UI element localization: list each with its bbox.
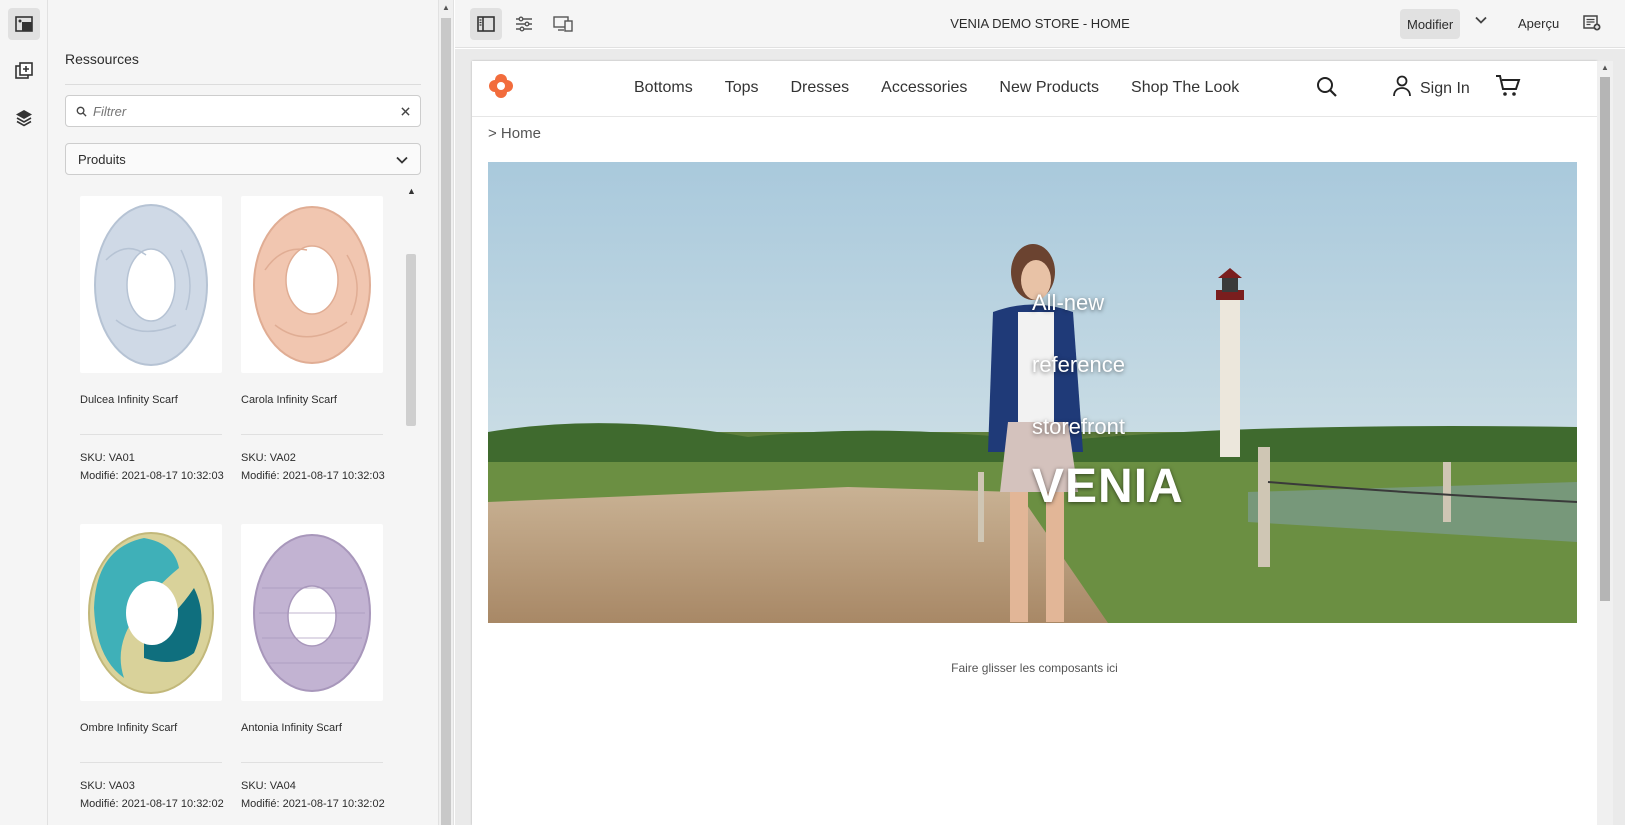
clear-icon[interactable] [401, 106, 410, 116]
panel-divider [65, 84, 421, 85]
product-sku: SKU: VA03 [80, 780, 135, 792]
product-modified: Modifié: 2021-08-17 10:32:02 [241, 798, 385, 810]
chevron-down-icon[interactable] [1475, 16, 1487, 24]
product-name: Antonia Infinity Scarf [241, 722, 342, 734]
splitter-handle[interactable] [441, 18, 451, 825]
product-modified: Modifié: 2021-08-17 10:32:02 [80, 798, 224, 810]
hero-line: storefront [1032, 414, 1125, 439]
edit-mode-button[interactable]: Modifier [1400, 9, 1461, 39]
canvas-scroll-thumb[interactable] [1600, 77, 1610, 601]
search-icon [76, 106, 87, 117]
breadcrumb[interactable]: > Home [488, 125, 541, 142]
assets-panel: Ressources Produits [48, 0, 438, 825]
filter-field[interactable] [65, 95, 421, 127]
nav-item-shop-the-look[interactable]: Shop The Look [1131, 79, 1239, 97]
product-thumbnail[interactable] [241, 524, 383, 701]
user-icon [1392, 75, 1412, 102]
panel-title: Ressources [65, 51, 139, 67]
divider [80, 762, 222, 763]
components-panel-icon[interactable] [8, 55, 40, 87]
divider [241, 434, 383, 435]
nav-item-accessories[interactable]: Accessories [881, 79, 967, 97]
product-thumbnail[interactable] [80, 196, 222, 373]
left-rail [0, 0, 48, 825]
chevron-down-icon [396, 152, 408, 167]
asset-type-value: Produits [78, 151, 126, 167]
preview-button[interactable]: Aperçu [1518, 16, 1559, 31]
product-name: Carola Infinity Scarf [241, 394, 337, 406]
product-card[interactable]: Ombre Infinity Scarf SKU: VA03 Modifié: … [80, 524, 224, 810]
hero-line: reference [1032, 352, 1125, 377]
divider [80, 434, 222, 435]
product-thumbnail[interactable] [80, 524, 222, 701]
scarf-image [253, 533, 371, 692]
editor-toolbar: VENIA DEMO STORE - HOME Modifier Aperçu [455, 0, 1625, 48]
nav-item-new-products[interactable]: New Products [999, 79, 1099, 97]
hero-line: All-new [1032, 290, 1105, 315]
venia-logo-icon[interactable] [488, 73, 514, 99]
main-nav: Bottoms Tops Dresses Accessories New Pro… [634, 79, 1271, 97]
product-name: Ombre Infinity Scarf [80, 722, 178, 734]
page-frame: Bottoms Tops Dresses Accessories New Pro… [472, 61, 1597, 825]
page-info-icon[interactable] [1583, 14, 1601, 32]
assets-panel-icon[interactable] [8, 8, 40, 40]
nav-item-dresses[interactable]: Dresses [790, 79, 849, 97]
scroll-up-icon[interactable]: ▲ [442, 3, 450, 12]
asset-type-select[interactable]: Produits [65, 143, 421, 175]
divider [241, 762, 383, 763]
scarf-image [253, 205, 371, 364]
hero-brand: VENIA [1032, 460, 1184, 513]
panel-scrollbar[interactable]: ▲ [404, 186, 416, 825]
page-canvas: Bottoms Tops Dresses Accessories New Pro… [455, 49, 1625, 825]
cart-icon[interactable] [1495, 74, 1521, 98]
search-icon[interactable] [1315, 75, 1339, 99]
scroll-up-icon[interactable]: ▲ [407, 186, 416, 196]
product-sku: SKU: VA04 [241, 780, 296, 792]
product-thumbnail[interactable] [241, 196, 383, 373]
product-name: Dulcea Infinity Scarf [80, 394, 178, 406]
sign-in-label: Sign In [1420, 79, 1470, 97]
filter-input[interactable] [93, 103, 401, 119]
component-dropzone[interactable]: Faire glisser les composants ici [472, 661, 1597, 675]
scarf-image [88, 531, 214, 694]
scarf-image [94, 203, 208, 366]
canvas-scrollbar[interactable]: ▲ [1597, 61, 1613, 825]
editor-app: Ressources Produits [0, 0, 1625, 825]
product-card[interactable]: Antonia Infinity Scarf SKU: VA04 Modifié… [241, 524, 385, 810]
site-header: Bottoms Tops Dresses Accessories New Pro… [472, 61, 1597, 117]
scroll-up-icon[interactable]: ▲ [1601, 63, 1609, 72]
nav-item-bottoms[interactable]: Bottoms [634, 79, 693, 97]
hero-text: All-new reference storefront VENIA [1032, 272, 1184, 516]
nav-item-tops[interactable]: Tops [725, 79, 759, 97]
panel-scroll-thumb[interactable] [406, 254, 416, 426]
layers-panel-icon[interactable] [8, 102, 40, 134]
product-card[interactable]: Carola Infinity Scarf SKU: VA02 Modifié:… [241, 196, 385, 482]
sign-in-button[interactable]: Sign In [1392, 75, 1470, 102]
panel-splitter-scrollbar[interactable]: ▲ [438, 0, 454, 825]
product-modified: Modifié: 2021-08-17 10:32:03 [241, 470, 385, 482]
product-modified: Modifié: 2021-08-17 10:32:03 [80, 470, 224, 482]
product-sku: SKU: VA01 [80, 452, 135, 464]
product-sku: SKU: VA02 [241, 452, 296, 464]
hero-banner[interactable]: All-new reference storefront VENIA [488, 162, 1577, 623]
product-card[interactable]: Dulcea Infinity Scarf SKU: VA01 Modifié:… [80, 196, 224, 482]
